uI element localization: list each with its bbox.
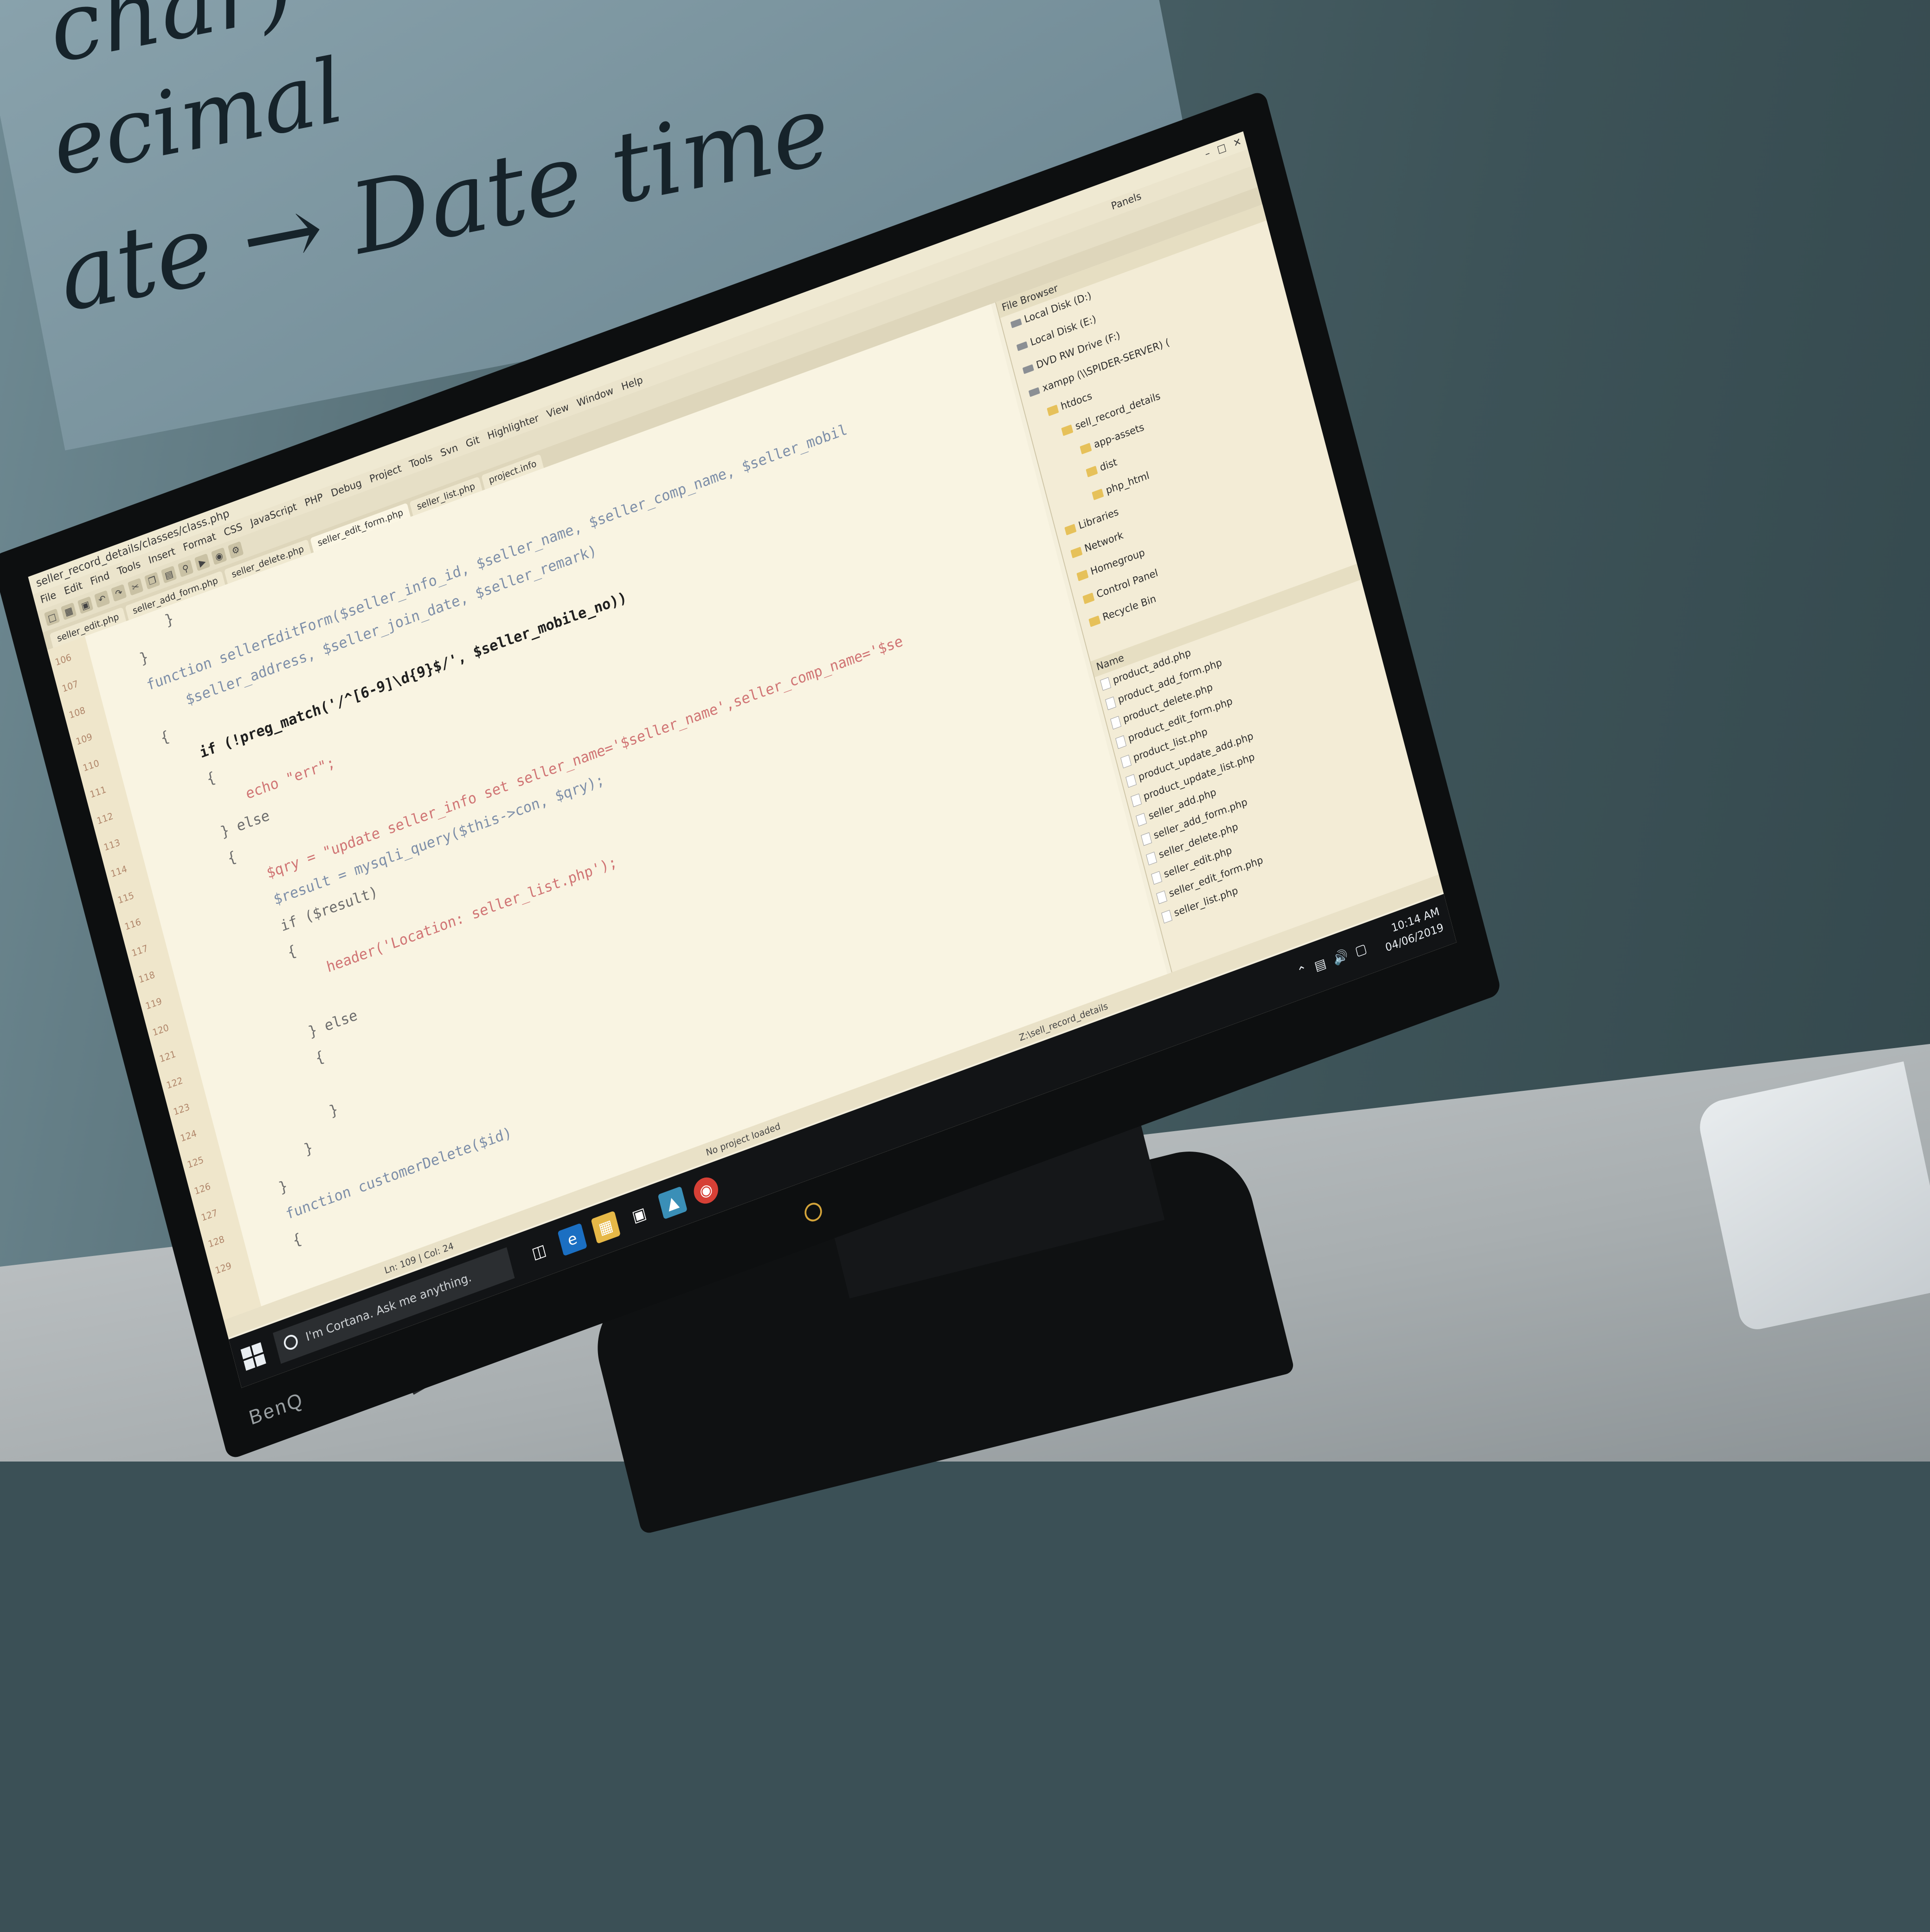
find-icon[interactable]: ⚲ [177,559,194,578]
php-file-icon [1110,715,1121,729]
line-number: 124 [179,1127,198,1144]
redo-icon[interactable]: ↷ [110,584,127,602]
php-file-icon [1145,851,1157,865]
store-icon[interactable]: ▣ [624,1198,654,1232]
power-button[interactable] [803,1200,824,1224]
brand-logo: BenQ [246,1388,306,1430]
drive-icon [1016,341,1028,351]
line-number: 116 [123,916,142,933]
photos-icon[interactable]: ▲ [657,1186,688,1220]
tree-node[interactable]: htdocs [1046,390,1094,418]
line-number: 122 [165,1075,184,1091]
folder-icon [1080,442,1092,454]
chrome-icon[interactable]: ◉ [691,1174,721,1207]
cortana-icon [282,1333,300,1352]
tree-node[interactable]: php_html [1091,470,1151,502]
php-file-icon [1151,870,1162,885]
folder-icon [1047,404,1059,416]
php-file-icon [1100,676,1111,691]
folder-icon [1086,465,1098,477]
file-explorer-icon[interactable]: ▦ [591,1211,621,1244]
line-number: 108 [68,704,87,721]
system-tray: ⌃ ▤ 🔊 ▢ [1295,940,1368,980]
line-number: 125 [186,1154,205,1171]
line-number: 119 [144,995,163,1012]
network-icon[interactable]: ▤ [1313,955,1328,974]
windows-start-icon[interactable] [240,1342,268,1372]
line-number: 107 [61,678,80,695]
line-number: 120 [151,1022,170,1038]
line-number: 129 [214,1260,233,1276]
cut-icon[interactable]: ✂ [127,578,144,596]
php-file-icon [1135,812,1147,826]
save-icon[interactable]: ▣ [77,596,94,614]
close-icon[interactable]: ✕ [1231,133,1244,153]
line-number: 109 [75,731,94,747]
tree-node[interactable]: Network [1070,530,1125,560]
php-file-icon [1156,890,1167,904]
drive-icon [1028,386,1040,397]
chevron-up-icon[interactable]: ⌃ [1295,962,1309,980]
tree-node-label: Network [1083,529,1125,555]
code-line: } [105,648,150,680]
php-file-icon [1120,754,1132,768]
drive-icon [1010,318,1022,328]
globe-icon[interactable]: ◉ [211,547,227,565]
open-folder-icon[interactable]: ▦ [60,602,77,620]
maximize-icon[interactable]: □ [1215,138,1229,159]
code-line: function customerDelete($id) [251,1123,514,1235]
line-number: 115 [116,889,135,906]
line-number: 118 [137,969,156,985]
php-file-icon [1140,832,1152,846]
code-line: { [126,727,171,759]
folder-icon [1092,488,1104,500]
line-number: 128 [207,1233,226,1250]
php-file-icon [1105,696,1116,710]
line-number: 114 [109,863,129,880]
tree-node-label: dist [1099,457,1119,474]
undo-icon[interactable]: ↶ [94,590,110,608]
php-file-icon [1125,773,1137,788]
tree-node-label: php_html [1105,470,1151,497]
php-file-icon [1130,793,1142,807]
php-file-icon [1161,909,1172,923]
folder-icon [1082,592,1095,604]
edge-icon[interactable]: e [557,1223,587,1256]
tree-node[interactable]: dist [1085,457,1119,479]
folder-icon [1070,546,1083,558]
line-number: 127 [200,1207,219,1224]
minimize-icon[interactable]: – [1203,144,1212,164]
line-number: 123 [172,1101,191,1118]
code-line: { [258,1230,303,1262]
folder-icon [1061,424,1074,436]
line-number: 112 [96,810,115,827]
paste-icon[interactable]: ▤ [161,566,177,584]
code-line: } [244,1177,290,1209]
line-number: 111 [89,784,108,800]
tree-node-label: htdocs [1060,390,1094,413]
task-view-icon[interactable]: ◫ [524,1235,554,1269]
line-number: 110 [82,757,101,774]
settings-icon[interactable]: ⚙ [227,541,244,559]
tree-node[interactable]: Libraries [1064,506,1120,537]
folder-icon [1088,615,1101,627]
tree-node-label: app-assets [1093,421,1145,451]
line-number: 121 [158,1048,177,1065]
tree-node-label: Homegroup [1089,547,1146,578]
folder-icon [1064,523,1077,535]
copy-icon[interactable]: ❐ [144,572,161,590]
drive-icon [1022,364,1034,374]
volume-icon[interactable]: 🔊 [1332,947,1350,967]
run-icon[interactable]: ▶ [194,553,211,572]
php-file-icon [1115,735,1126,749]
line-number: 126 [193,1180,212,1197]
line-number: 113 [103,837,122,853]
tree-node-label: Recycle Bin [1101,593,1158,624]
folder-icon [1076,569,1089,581]
tree-node-label: Libraries [1077,506,1120,532]
line-number: 106 [54,651,73,668]
line-number: 117 [130,942,149,959]
notifications-icon[interactable]: ▢ [1353,940,1368,959]
new-file-icon[interactable]: □ [44,608,60,626]
